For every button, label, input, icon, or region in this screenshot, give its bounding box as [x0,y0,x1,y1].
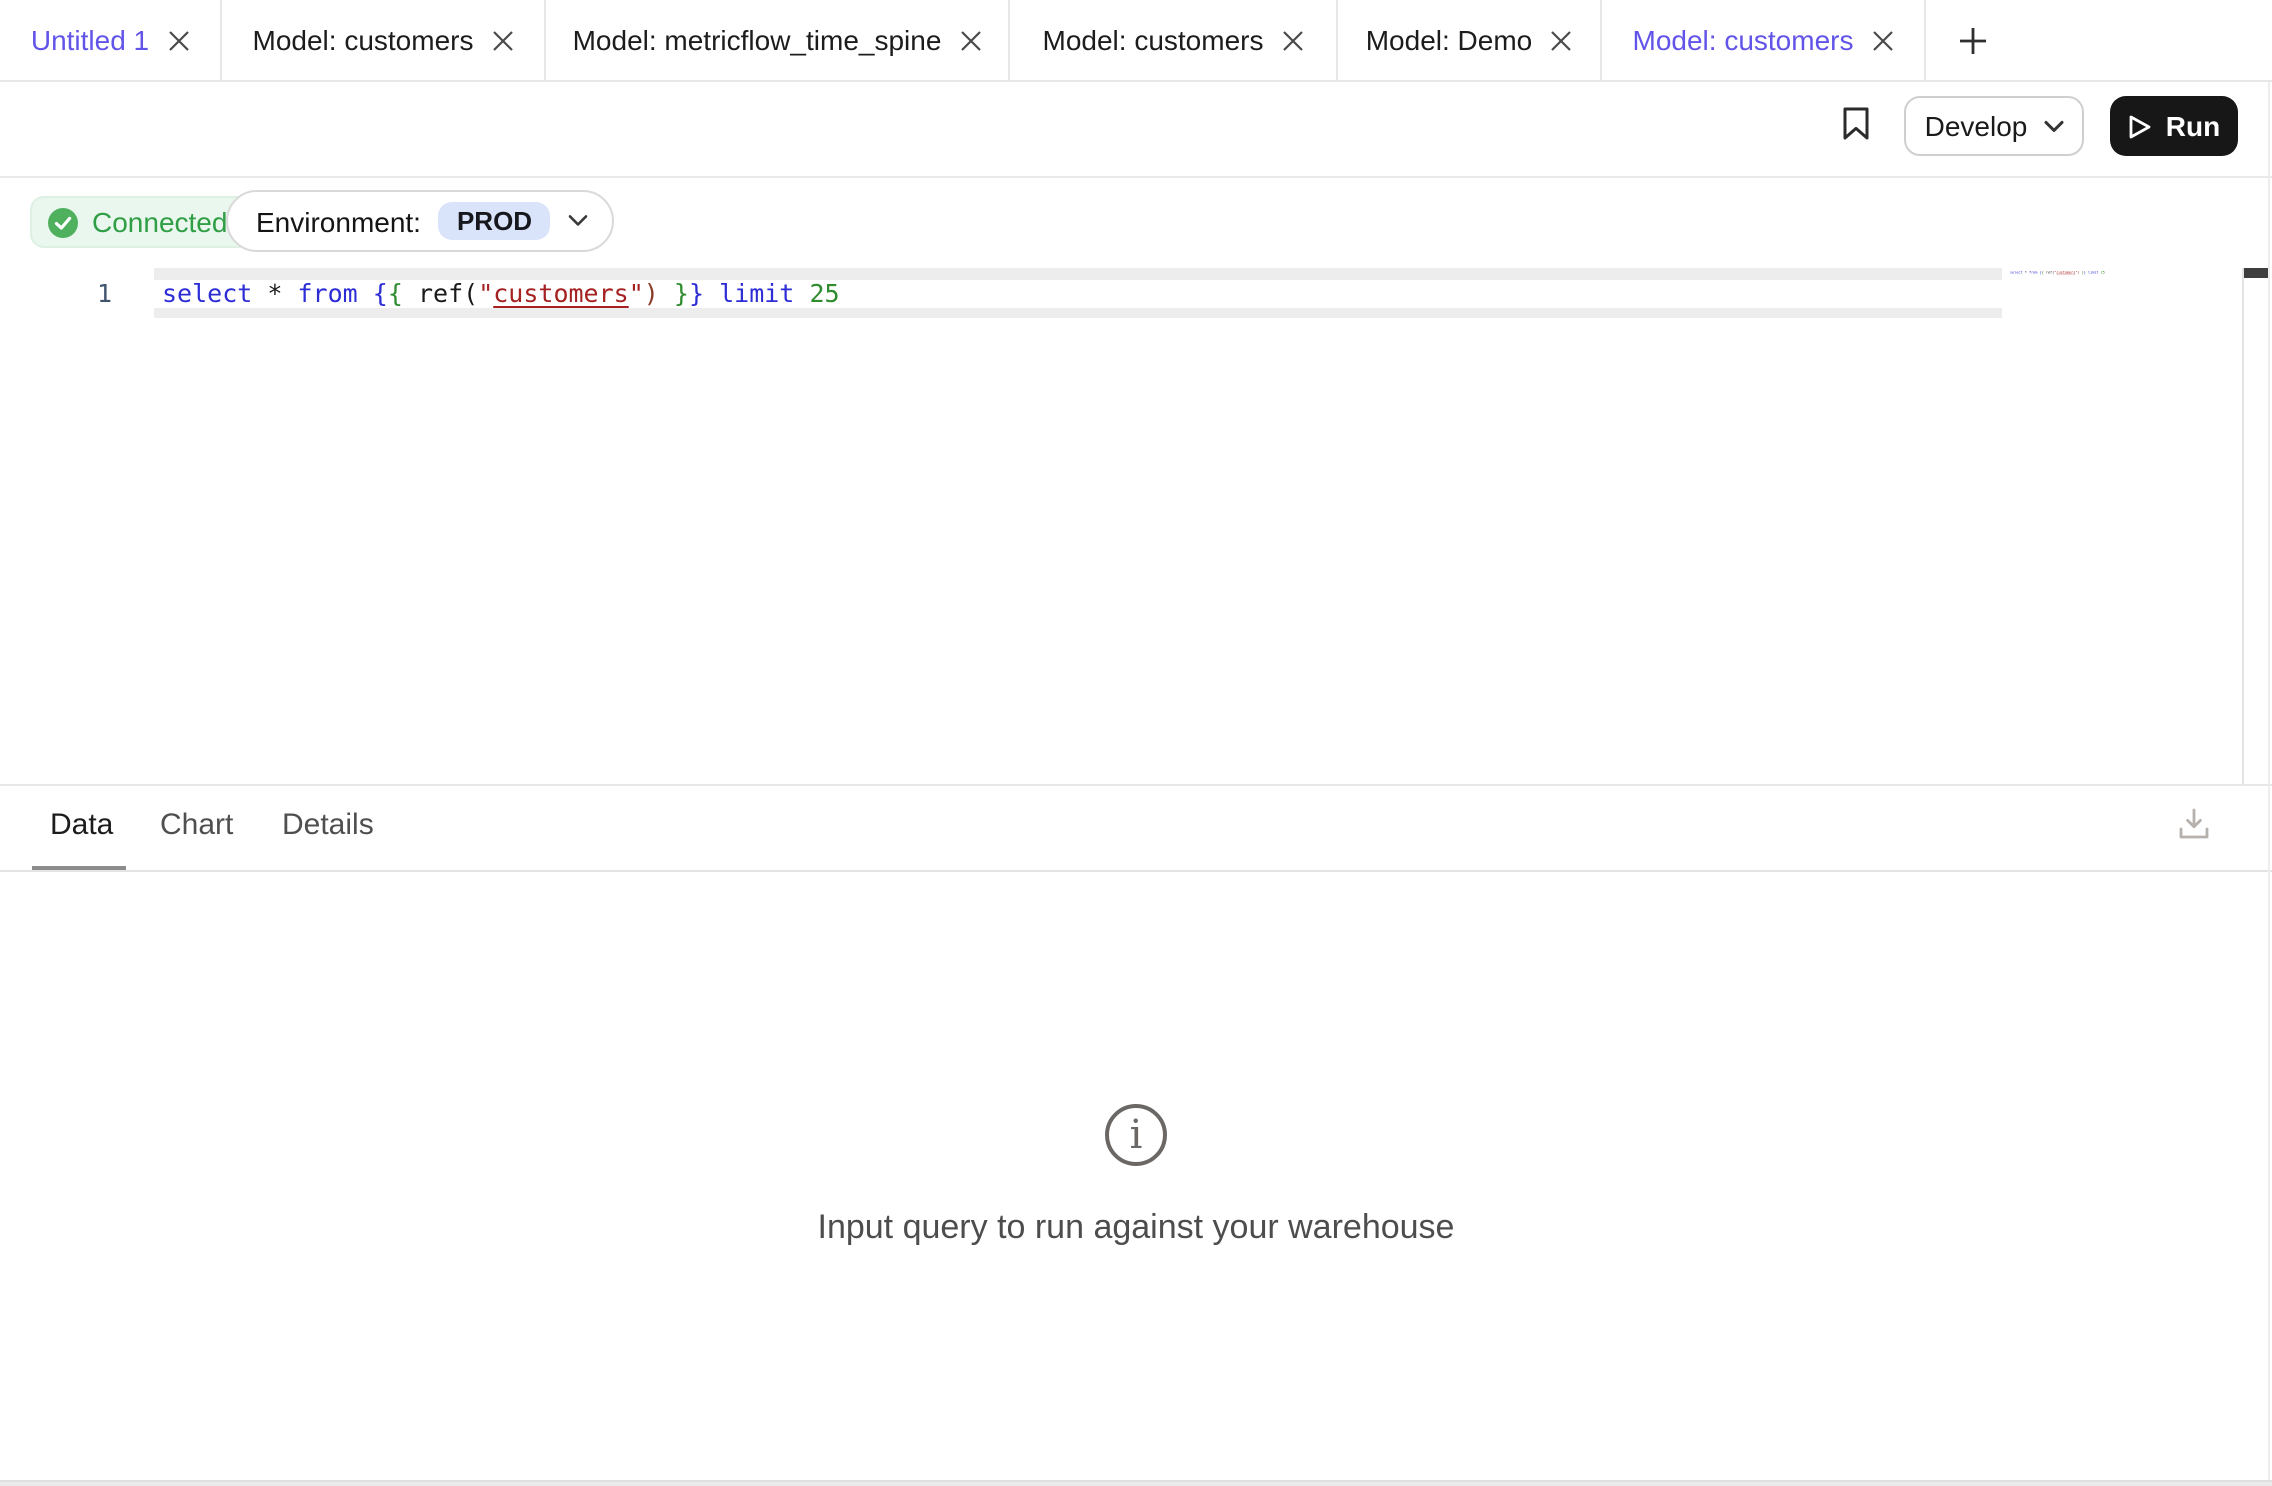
info-icon: i [1105,1104,1167,1166]
run-button[interactable]: Run [2110,96,2238,156]
tab-untitled-1[interactable]: Untitled 1 [0,0,222,80]
environment-value-chip: PROD [439,202,550,240]
connection-status-label: Connected [92,206,227,238]
editor-minimap[interactable]: select * from {{ ref("customers") }} lim… [2010,270,2250,286]
tab-details[interactable]: Details [282,808,374,842]
tab-model-metricflow-time-spine[interactable]: Model: metricflow_time_spine [546,0,1010,80]
tab-label: Model: metricflow_time_spine [573,24,942,56]
app-window: Untitled 1 Model: customers Model: metri… [0,0,2272,1486]
check-circle-icon [48,207,78,237]
pane-divider[interactable] [0,783,2272,785]
results-tabbar-border [0,870,2272,872]
toolbar: Develop Run [0,82,2272,178]
tab-label: Model: customers [1633,24,1854,56]
tab-model-demo[interactable]: Model: Demo [1338,0,1602,80]
close-icon[interactable] [167,29,189,51]
tab-model-customers-1[interactable]: Model: customers [222,0,546,80]
empty-state-message: Input query to run against your warehous… [0,1208,2272,1248]
environment-selector[interactable]: Environment: PROD [226,190,614,252]
chevron-down-icon [568,214,588,228]
connection-status-badge: Connected [30,196,251,248]
bookmark-icon[interactable] [1842,106,1870,142]
tab-label: Model: customers [253,24,474,56]
tab-model-customers-3[interactable]: Model: customers [1602,0,1926,80]
editor-scrollbar-track[interactable] [2242,267,2270,783]
active-line-bottom-strip [154,307,2002,318]
close-icon[interactable] [1550,29,1572,51]
new-tab-button[interactable] [1926,0,2018,80]
close-icon[interactable] [1281,29,1303,51]
editor-tab-bar: Untitled 1 Model: customers Model: metri… [0,0,2272,82]
code-line[interactable]: select * from {{ ref("customers") }} lim… [162,280,840,307]
tab-data[interactable]: Data [50,808,113,842]
develop-button[interactable]: Develop [1904,96,2084,156]
editor-scrollbar-thumb[interactable] [2243,267,2270,278]
bottom-bar [0,1480,2272,1486]
tab-chart[interactable]: Chart [160,808,233,842]
tab-label: Model: Demo [1366,24,1533,56]
tab-label: Model: customers [1043,24,1264,56]
develop-button-label: Develop [1925,110,2028,142]
window-scrollbar-track[interactable] [2268,82,2270,1480]
environment-label: Environment: [256,205,421,237]
play-icon [2128,113,2152,139]
close-icon[interactable] [491,29,513,51]
download-icon[interactable] [2176,806,2212,842]
close-icon[interactable] [959,29,981,51]
line-number: 1 [76,280,112,307]
plus-icon [1957,25,1987,55]
chevron-down-icon [2043,119,2063,133]
tab-label: Untitled 1 [31,24,149,56]
tab-model-customers-2[interactable]: Model: customers [1010,0,1338,80]
minimap-code-line: select * from {{ ref("customers") }} lim… [2010,270,2044,274]
close-icon[interactable] [1871,29,1893,51]
run-button-label: Run [2166,110,2220,142]
